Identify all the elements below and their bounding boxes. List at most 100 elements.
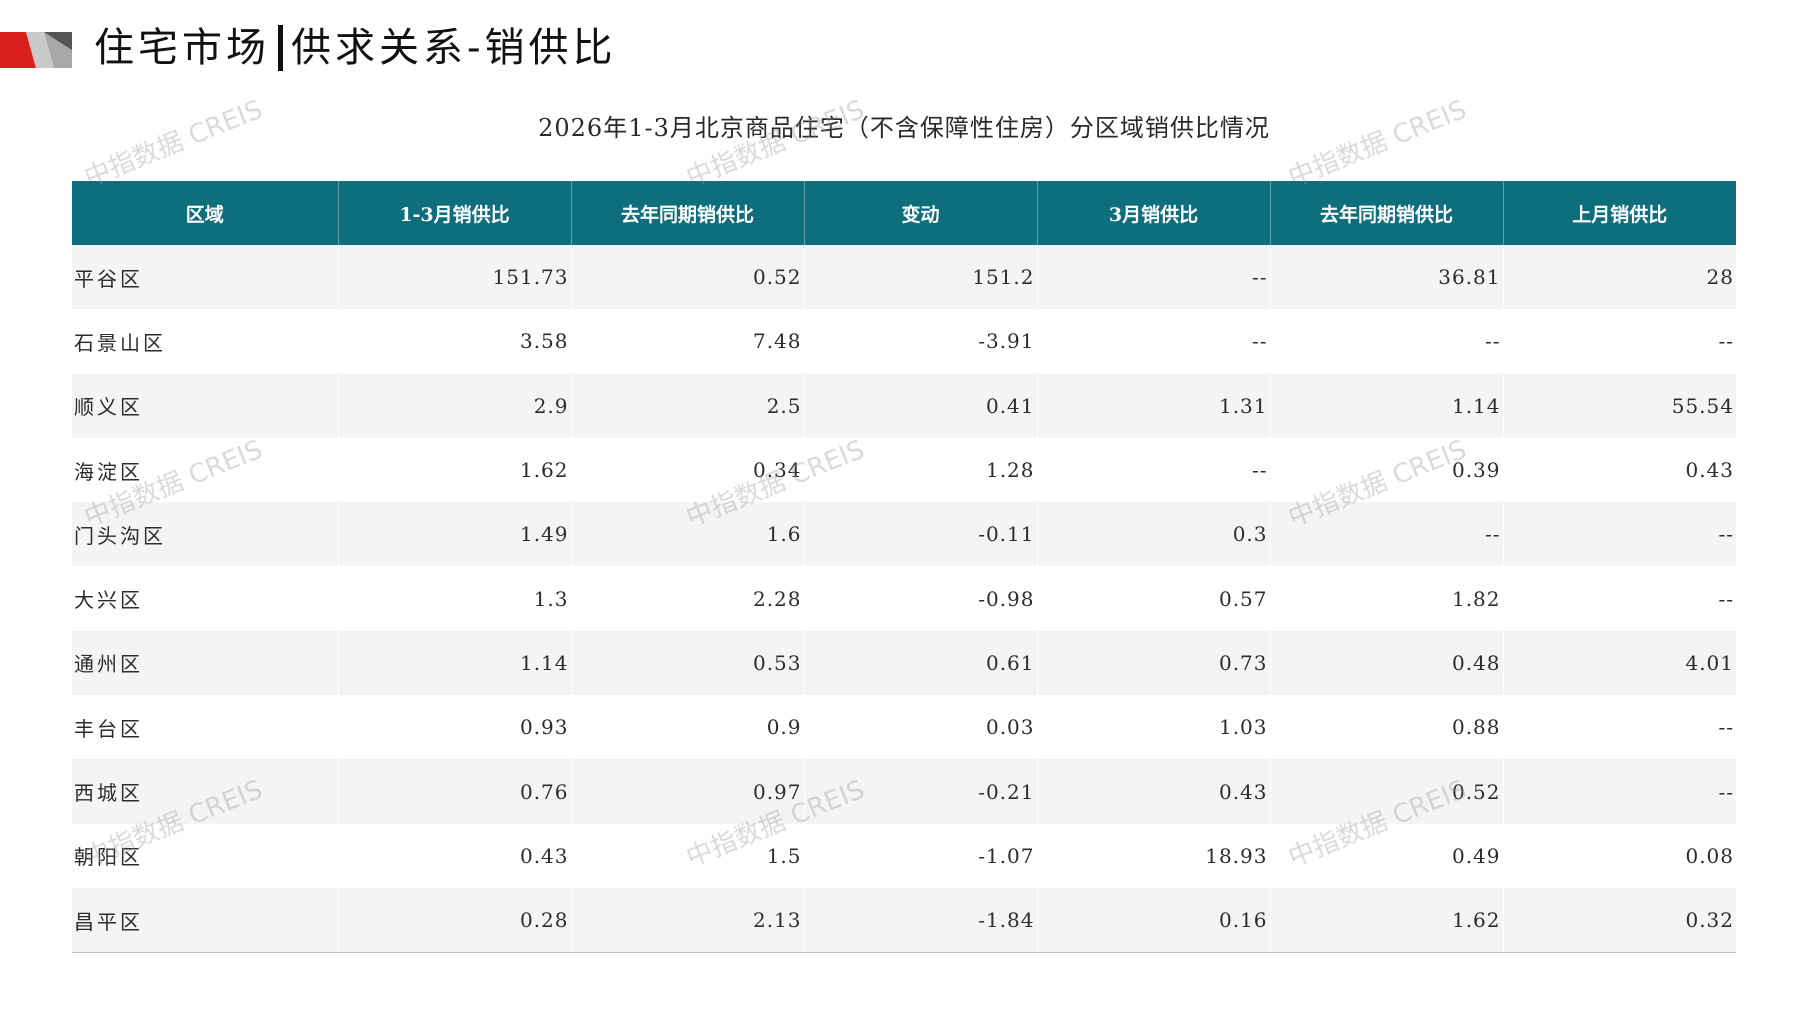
value-cell: --	[1037, 245, 1271, 310]
value-cell: 2.13	[571, 887, 805, 954]
value-cell: 0.88	[1270, 695, 1504, 760]
sales-supply-ratio-table: 区域 1-3月销供比 去年同期销供比 变动 3月销供比 去年同期销供比 上月销供比 平谷区 1…	[72, 181, 1736, 954]
table-row: 海淀区 1.62 0.34 1.28 -- 0.39 0.43	[72, 437, 1736, 503]
value-cell: -0.21	[804, 759, 1038, 824]
column-header: 1-3月销供比	[338, 181, 572, 245]
table-row: 昌平区 0.28 2.13 -1.84 0.16 1.62 0.32	[72, 887, 1736, 954]
region-cell: 大兴区	[72, 566, 339, 631]
value-cell: 0.41	[804, 373, 1038, 438]
table-row: 顺义区 2.9 2.5 0.41 1.31 1.14 55.54	[72, 373, 1736, 438]
value-cell: 0.32	[1503, 887, 1736, 954]
value-cell: 2.28	[571, 566, 805, 631]
value-cell: -3.91	[804, 309, 1038, 374]
value-cell: 0.57	[1037, 566, 1271, 631]
value-cell: 2.5	[571, 373, 805, 438]
value-cell: --	[1503, 309, 1736, 374]
value-cell: --	[1037, 437, 1271, 503]
value-cell: 1.14	[1270, 373, 1504, 438]
region-cell: 海淀区	[72, 437, 339, 503]
page-title-section: 住宅市场	[94, 25, 270, 71]
region-cell: 平谷区	[72, 245, 339, 310]
table-row: 西城区 0.76 0.97 -0.21 0.43 0.52 --	[72, 759, 1736, 824]
column-header: 去年同期销供比	[1270, 181, 1504, 245]
value-cell: 0.34	[571, 437, 805, 503]
value-cell: --	[1503, 566, 1736, 631]
table-row: 平谷区 151.73 0.52 151.2 -- 36.81 28	[72, 245, 1736, 310]
value-cell: 151.73	[338, 245, 572, 310]
column-header: 上月销供比	[1503, 181, 1736, 245]
value-cell: 0.52	[571, 245, 805, 310]
region-cell: 顺义区	[72, 373, 339, 438]
value-cell: --	[1503, 502, 1736, 567]
value-cell: 0.16	[1037, 887, 1271, 954]
value-cell: 1.6	[571, 502, 805, 567]
value-cell: --	[1503, 695, 1736, 760]
value-cell: 0.76	[338, 759, 572, 824]
column-header: 变动	[804, 181, 1038, 245]
region-cell: 西城区	[72, 759, 339, 824]
brand-logo	[0, 32, 72, 68]
value-cell: 1.3	[338, 566, 572, 631]
value-cell: 0.73	[1037, 630, 1271, 696]
table-header: 区域 1-3月销供比 去年同期销供比 变动 3月销供比 去年同期销供比 上月销供比	[72, 181, 1736, 245]
value-cell: --	[1503, 759, 1736, 824]
value-cell: 0.43	[1503, 437, 1736, 503]
value-cell: -1.07	[804, 823, 1038, 888]
value-cell: 3.58	[338, 309, 572, 374]
region-cell: 朝阳区	[72, 823, 339, 888]
page-title: 住宅市场 供求关系-销供比	[94, 20, 617, 77]
value-cell: 0.03	[804, 695, 1038, 760]
table-body: 平谷区 151.73 0.52 151.2 -- 36.81 28 石景山区 3.58 7.48-…	[72, 245, 1736, 954]
table-row: 石景山区 3.58 7.48 -3.91 -- -- --	[72, 309, 1736, 374]
page-title-topic: 供求关系-销供比	[291, 25, 617, 71]
value-cell: 7.48	[571, 309, 805, 374]
value-cell: 28	[1503, 245, 1736, 310]
value-cell: 1.5	[571, 823, 805, 888]
value-cell: 0.97	[571, 759, 805, 824]
title-separator	[278, 25, 283, 71]
table-header-row: 区域 1-3月销供比 去年同期销供比 变动 3月销供比 去年同期销供比 上月销供比	[72, 181, 1736, 245]
table-row: 大兴区 1.3 2.28 -0.98 0.57 1.82 --	[72, 566, 1736, 631]
value-cell: 55.54	[1503, 373, 1736, 438]
value-cell: 0.43	[338, 823, 572, 888]
value-cell: 1.82	[1270, 566, 1504, 631]
region-cell: 丰台区	[72, 695, 339, 760]
region-cell: 门头沟区	[72, 502, 339, 567]
value-cell: 1.14	[338, 630, 572, 696]
table-row: 通州区 1.14 0.53 0.61 0.73 0.48 4.01	[72, 630, 1736, 696]
region-cell: 石景山区	[72, 309, 339, 374]
table-row: 朝阳区 0.43 1.5 -1.07 18.93 0.49 0.08	[72, 823, 1736, 888]
value-cell: 0.43	[1037, 759, 1271, 824]
value-cell: 18.93	[1037, 823, 1271, 888]
value-cell: 0.53	[571, 630, 805, 696]
value-cell: 151.2	[804, 245, 1038, 310]
column-header: 3月销供比	[1037, 181, 1271, 245]
value-cell: 1.62	[1270, 887, 1504, 954]
value-cell: 0.9	[571, 695, 805, 760]
value-cell: 0.48	[1270, 630, 1504, 696]
column-header: 区域	[72, 181, 339, 245]
value-cell: 1.28	[804, 437, 1038, 503]
value-cell: --	[1037, 309, 1271, 374]
value-cell: 1.49	[338, 502, 572, 567]
value-cell: -1.84	[804, 887, 1038, 954]
value-cell: 4.01	[1503, 630, 1736, 696]
value-cell: 0.93	[338, 695, 572, 760]
value-cell: -0.11	[804, 502, 1038, 567]
table-row: 门头沟区 1.49 1.6 -0.11 0.3 -- --	[72, 502, 1736, 567]
column-header: 去年同期销供比	[571, 181, 805, 245]
value-cell: 0.52	[1270, 759, 1504, 824]
value-cell: 0.28	[338, 887, 572, 954]
value-cell: 36.81	[1270, 245, 1504, 310]
value-cell: --	[1270, 309, 1504, 374]
table-row: 丰台区 0.93 0.9 0.03 1.03 0.88 --	[72, 695, 1736, 760]
region-cell: 通州区	[72, 630, 339, 696]
value-cell: 2.9	[338, 373, 572, 438]
value-cell: --	[1270, 502, 1504, 567]
value-cell: -0.98	[804, 566, 1038, 631]
table-caption: 2026年1-3月北京商品住宅（不含保障性住房）分区域销供比情况	[538, 114, 1270, 142]
value-cell: 0.49	[1270, 823, 1504, 888]
value-cell: 0.39	[1270, 437, 1504, 503]
value-cell: 1.62	[338, 437, 572, 503]
value-cell: 1.31	[1037, 373, 1271, 438]
